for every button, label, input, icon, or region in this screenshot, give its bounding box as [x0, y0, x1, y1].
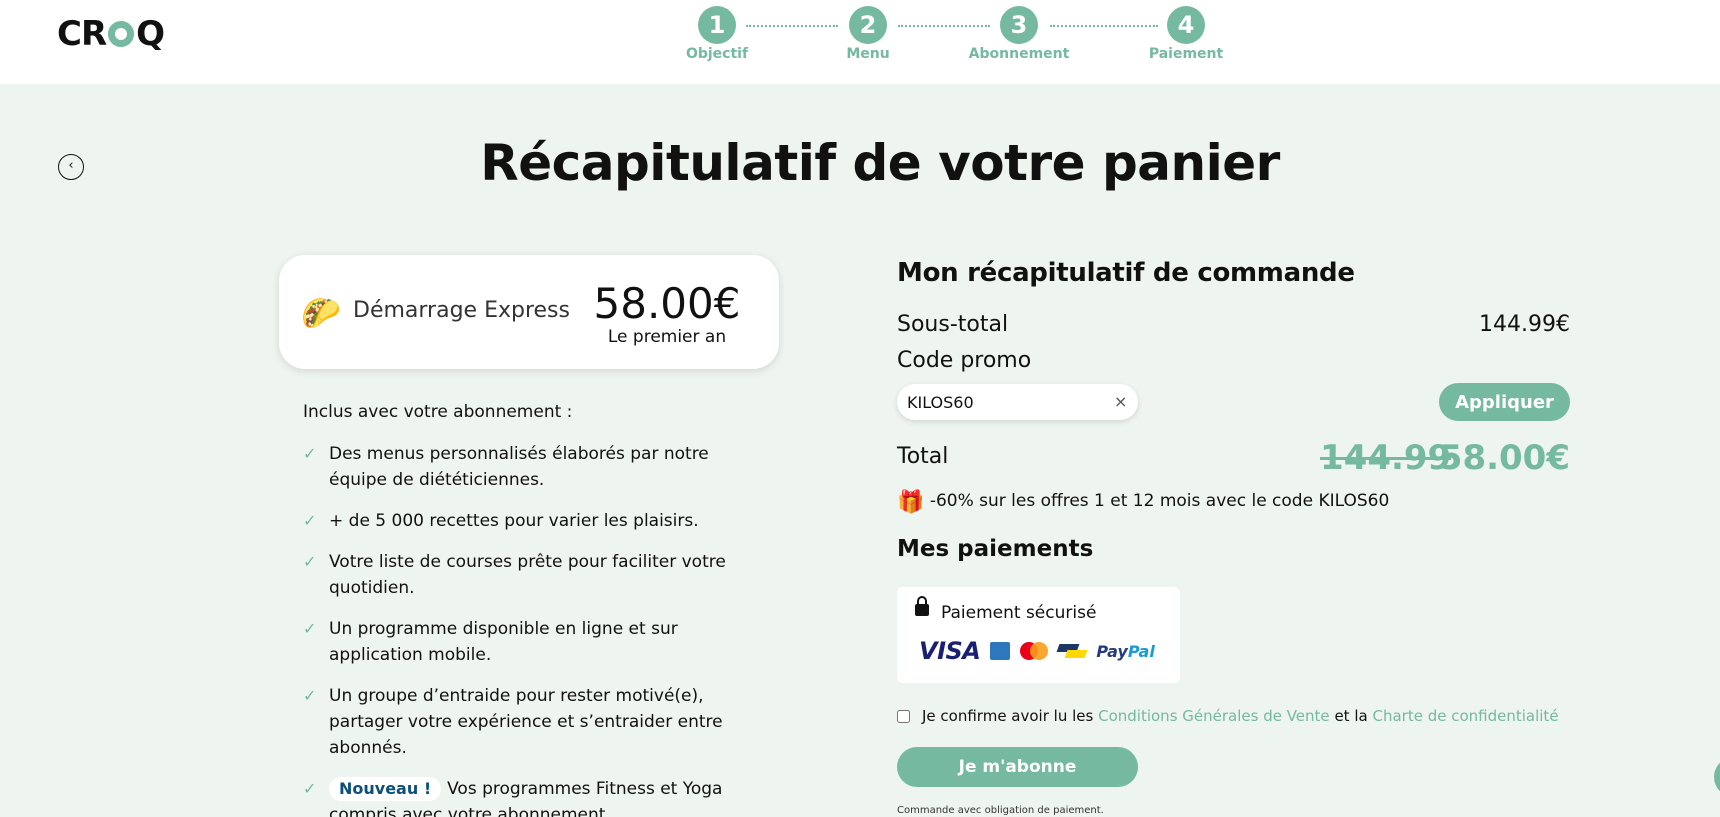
step-menu[interactable]: 2 Menu — [808, 6, 928, 62]
step-objectif[interactable]: 1 Objectif — [657, 6, 777, 62]
step-number: 1 — [698, 6, 736, 44]
terms-checkbox[interactable] — [897, 709, 910, 723]
header: CR Q 1 Objectif 2 Menu 3 Abonnement 4 Pai… — [0, 0, 1720, 84]
subscribe-button[interactable]: Je m'abonne — [897, 747, 1138, 787]
taco-icon: 🌮 — [301, 294, 341, 332]
terms-consent: Je confirme avoir lu les Conditions Géné… — [897, 707, 1559, 725]
check-icon: ✓ — [303, 552, 317, 571]
page-title: Récapitulatif de votre panier — [480, 134, 1280, 192]
payment-card: Paiement sécurisé VISA PayPal — [897, 587, 1180, 683]
chat-widget-button[interactable] — [1714, 757, 1720, 797]
list-item: ✓ Un programme disponible en ligne et sur… — [303, 616, 763, 668]
list-item: ✓ Des menus personnalisés élaborés par no… — [303, 441, 763, 493]
total-old-price: 144.99 — [1320, 438, 1452, 478]
check-icon: ✓ — [303, 779, 317, 798]
plan-period: Le premier an — [607, 327, 727, 347]
subtotal-value: 144.99€ — [1479, 312, 1570, 337]
apply-button[interactable]: Appliquer — [1439, 383, 1570, 421]
legal-notice: Commande avec obligation de paiement. — [897, 805, 1104, 816]
payment-logos: VISA PayPal — [919, 637, 1155, 665]
subtotal-label: Sous-total — [897, 312, 1009, 337]
plan-name: Démarrage Express — [353, 298, 570, 323]
step-number: 2 — [849, 6, 887, 44]
amex-icon — [990, 642, 1011, 660]
close-icon[interactable]: × — [1114, 392, 1127, 411]
step-label: Abonnement — [968, 46, 1070, 62]
promo-offer: 🎁 -60% sur les offres 1 et 12 mois avec … — [897, 490, 1390, 515]
secure-payment-label: Paiement sécurisé — [941, 603, 1097, 623]
check-icon: ✓ — [303, 444, 317, 463]
step-label: Paiement — [1148, 46, 1224, 62]
summary-title: Mon récapitulatif de commande — [897, 258, 1355, 288]
promo-code-input[interactable] — [897, 384, 1138, 420]
promo-label: Code promo — [897, 348, 1032, 373]
bancontact-icon — [1056, 642, 1088, 660]
new-badge: Nouveau ! — [329, 777, 442, 801]
step-abonnement[interactable]: 3 Abonnement — [959, 6, 1079, 62]
list-item: ✓ Votre liste de courses prête pour facil… — [303, 549, 763, 601]
cgv-link[interactable]: Conditions Générales de Vente — [1098, 707, 1330, 725]
total-label: Total — [897, 444, 949, 469]
check-icon: ✓ — [303, 619, 317, 638]
progress-steps: 1 Objectif 2 Menu 3 Abonnement 4 Paiemen… — [0, 0, 1720, 84]
total-new-price: 58.00€ — [1438, 438, 1570, 478]
privacy-link[interactable]: Charte de confidentialité — [1372, 707, 1558, 725]
lock-icon — [915, 596, 929, 616]
check-icon: ✓ — [303, 511, 317, 530]
check-icon: ✓ — [303, 686, 317, 705]
list-item: ✓ Nouveau ! Vos programmes Fitness et Yoga… — [303, 776, 763, 817]
included-title: Inclus avec votre abonnement : — [303, 402, 573, 422]
gift-icon: 🎁 — [897, 490, 925, 515]
visa-icon: VISA — [919, 637, 981, 665]
paypal-icon: PayPal — [1096, 641, 1155, 661]
step-label: Menu — [846, 46, 890, 62]
step-number: 4 — [1167, 6, 1205, 44]
step-label: Objectif — [685, 46, 749, 62]
step-paiement[interactable]: 4 Paiement — [1126, 6, 1246, 62]
list-item: ✓ Un groupe d’entraide pour rester motivé… — [303, 683, 763, 761]
benefits-list: ✓ Des menus personnalisés élaborés par no… — [303, 441, 763, 817]
mastercard-icon — [1020, 642, 1049, 660]
step-number: 3 — [1000, 6, 1038, 44]
list-item: ✓ + de 5 000 recettes pour varier les pla… — [303, 508, 763, 534]
payments-title: Mes paiements — [897, 536, 1094, 562]
plan-card: 🌮 Démarrage Express 58.00€ Le premier an — [279, 255, 779, 369]
plan-price: 58.00€ — [593, 279, 741, 328]
